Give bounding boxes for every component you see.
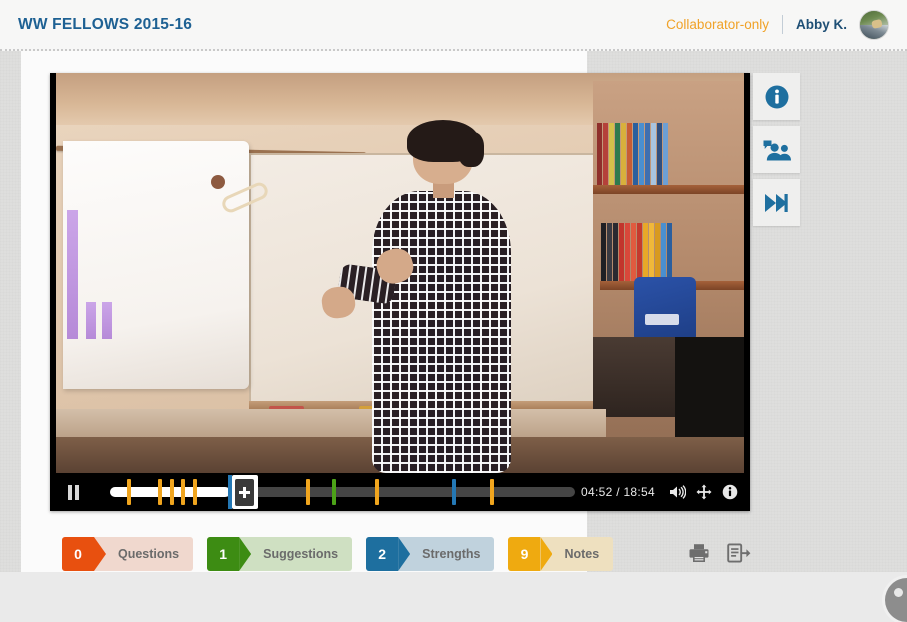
print-button[interactable] [688,543,710,568]
timeline-marker-strength[interactable] [451,479,456,505]
tab-questions[interactable]: 0 Questions [62,537,194,571]
info-panel-button[interactable] [753,73,800,120]
collaborators-button[interactable] [753,126,800,173]
screen-knob [210,175,225,189]
tab-chevron-icon [239,537,252,571]
timeline-marker-note[interactable] [157,479,162,505]
timeline-marker-note[interactable] [306,479,311,505]
user-name-label[interactable]: Abby K. [783,17,859,32]
export-button[interactable] [727,543,751,568]
plus-icon [235,478,255,506]
book-row [600,223,739,283]
info-circle-icon[interactable] [722,484,738,500]
people-speech-icon [763,140,791,160]
timeline-marker-note[interactable] [375,479,380,505]
tab-label: Suggestions [263,547,339,561]
tab-label: Questions [118,547,180,561]
collaborator-only-badge: Collaborator-only [666,17,769,32]
player-control-bar: 04:52 / 18:54 [50,473,750,511]
tab-label: Strengths [422,547,481,561]
timeline-playhead[interactable] [227,475,232,509]
pause-bar [74,484,79,500]
avatar[interactable] [859,9,889,40]
tab-count-badge: 9 [508,537,541,571]
shelf-plank [592,185,744,194]
info-circle-icon [765,85,788,108]
document-actions [688,543,751,568]
presenter-dress [371,190,511,473]
tab-chevron-icon [540,537,553,571]
tab-notes[interactable]: 9 Notes [508,537,614,571]
move-resize-icon[interactable] [696,484,712,500]
tab-count-badge: 0 [62,537,94,571]
skip-forward-button[interactable] [753,179,800,226]
timeline-marker-suggestion[interactable] [331,479,336,505]
timeline-marker-note[interactable] [127,479,132,505]
timeline-marker-note[interactable] [192,479,197,505]
video-player[interactable]: 04:52 / 18:54 [50,73,750,511]
timeline-marker-note[interactable] [489,479,494,505]
tab-count-badge: 1 [207,537,240,571]
tab-chevron-icon [94,537,106,571]
annotation-tabs: 0 Questions 1 Suggestions 2 Strengths 9 Notes [62,537,614,571]
presenter-hair [457,132,485,167]
book-row [596,123,741,187]
projected-bar [66,210,79,340]
plus-vertical [243,486,247,498]
tab-suggestions[interactable]: 1 Suggestions [207,537,353,571]
page-footer-background [0,572,907,604]
backpack [633,277,696,345]
tab-count-badge: 2 [366,537,399,571]
printer-icon [689,544,709,562]
timeline-marker-note[interactable] [169,479,174,505]
video-timeline[interactable] [110,473,575,511]
page-title: WW FELLOWS 2015-16 [18,15,193,33]
fast-forward-icon [764,193,788,212]
presenter-figure [320,120,524,473]
tab-strengths[interactable]: 2 Strengths [366,537,495,571]
player-right-controls: 04:52 / 18:54 [581,484,750,500]
export-doc-icon [727,543,751,563]
app-header: WW FELLOWS 2015-16 Collaborator-only Abb… [0,0,907,51]
timeline-marker-note[interactable] [181,479,186,505]
add-marker-button[interactable] [231,475,258,509]
projected-bar [86,302,97,340]
time-display: 04:52 / 18:54 [581,485,655,499]
pause-icon[interactable] [50,473,96,511]
header-right-group: Collaborator-only Abby K. [666,9,889,40]
projected-bar [101,302,113,340]
pause-bar [67,484,72,500]
video-frame[interactable] [56,73,744,473]
right-sidebar [753,73,800,232]
tab-chevron-icon [398,537,411,571]
volume-icon[interactable] [668,484,686,500]
